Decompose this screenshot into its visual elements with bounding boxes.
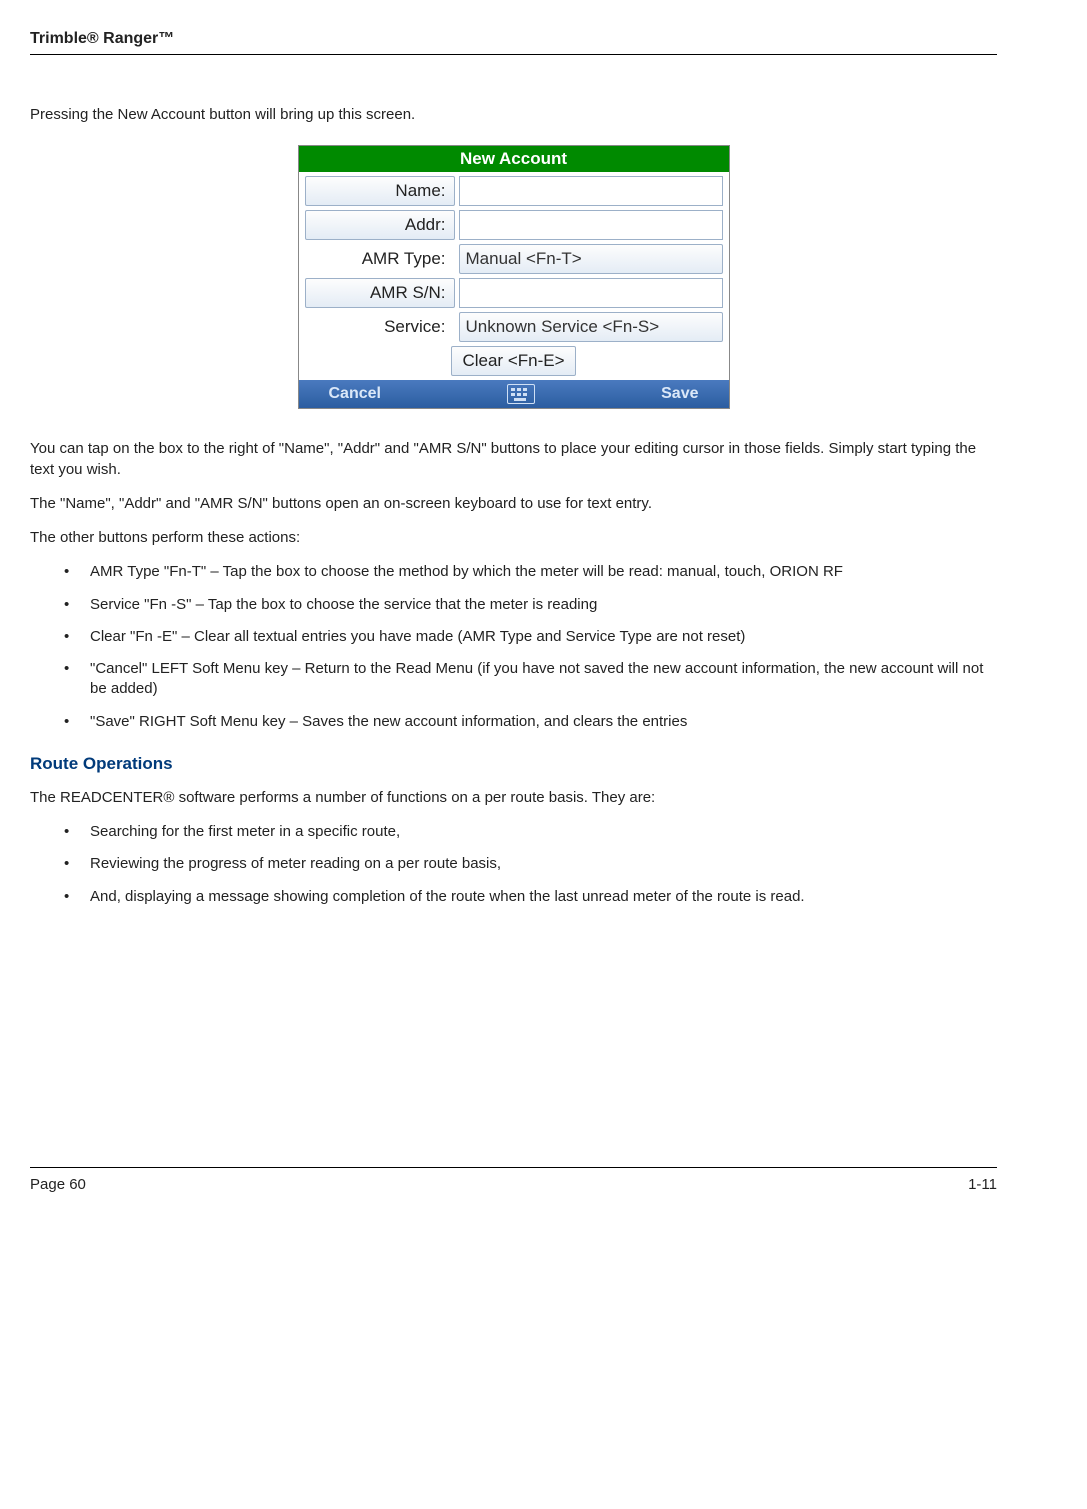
footer-page-right: 1-11: [968, 1176, 997, 1193]
addr-input[interactable]: [459, 210, 723, 240]
row-name: Name:: [305, 176, 723, 206]
list-item: Reviewing the progress of meter reading …: [30, 854, 997, 874]
row-service: Service: Unknown Service <Fn-S>: [305, 312, 723, 342]
list-item: Searching for the first meter in a speci…: [30, 822, 997, 842]
amr-sn-input[interactable]: [459, 278, 723, 308]
paragraph-onscreen-keyboard: The "Name", "Addr" and "AMR S/N" buttons…: [30, 494, 997, 514]
paragraph-route-intro: The READCENTER® software performs a numb…: [30, 788, 997, 808]
page-header: Trimble® Ranger™: [30, 30, 997, 55]
page-footer: Page 60 1-11: [30, 1167, 997, 1193]
new-account-window: New Account Name: Addr: AMR Type: Manual…: [298, 145, 730, 409]
list-item: Clear "Fn -E" – Clear all textual entrie…: [30, 627, 997, 647]
addr-label-button[interactable]: Addr:: [305, 210, 455, 240]
save-softkey[interactable]: Save: [661, 385, 698, 403]
list-item: "Cancel" LEFT Soft Menu key – Return to …: [30, 659, 997, 700]
row-clear: Clear <Fn-E>: [305, 346, 723, 376]
service-button[interactable]: Unknown Service <Fn-S>: [459, 312, 723, 342]
route-operations-heading: Route Operations: [30, 754, 997, 774]
window-title: New Account: [299, 146, 729, 172]
service-label: Service:: [305, 312, 455, 342]
name-input[interactable]: [459, 176, 723, 206]
list-item: "Save" RIGHT Soft Menu key – Saves the n…: [30, 712, 997, 732]
intro-text: Pressing the New Account button will bri…: [30, 105, 997, 125]
amr-sn-label-button[interactable]: AMR S/N:: [305, 278, 455, 308]
keyboard-icon[interactable]: [507, 384, 535, 404]
screenshot-figure: New Account Name: Addr: AMR Type: Manual…: [30, 145, 997, 409]
softkey-bar: Cancel Save: [299, 380, 729, 408]
list-item: AMR Type "Fn-T" – Tap the box to choose …: [30, 562, 997, 582]
row-amr-type: AMR Type: Manual <Fn-T>: [305, 244, 723, 274]
list-item: Service "Fn -S" – Tap the box to choose …: [30, 595, 997, 615]
paragraph-other-buttons: The other buttons perform these actions:: [30, 528, 997, 548]
row-addr: Addr:: [305, 210, 723, 240]
cancel-softkey[interactable]: Cancel: [329, 385, 381, 403]
amr-type-label: AMR Type:: [305, 244, 455, 274]
amr-type-button[interactable]: Manual <Fn-T>: [459, 244, 723, 274]
footer-page-left: Page 60: [30, 1176, 86, 1193]
paragraph-tap-fields: You can tap on the box to the right of "…: [30, 439, 997, 480]
list-item: And, displaying a message showing comple…: [30, 887, 997, 907]
actions-list: AMR Type "Fn-T" – Tap the box to choose …: [30, 562, 997, 732]
name-label-button[interactable]: Name:: [305, 176, 455, 206]
row-amr-sn: AMR S/N:: [305, 278, 723, 308]
routes-list: Searching for the first meter in a speci…: [30, 822, 997, 907]
clear-button[interactable]: Clear <Fn-E>: [451, 346, 575, 376]
